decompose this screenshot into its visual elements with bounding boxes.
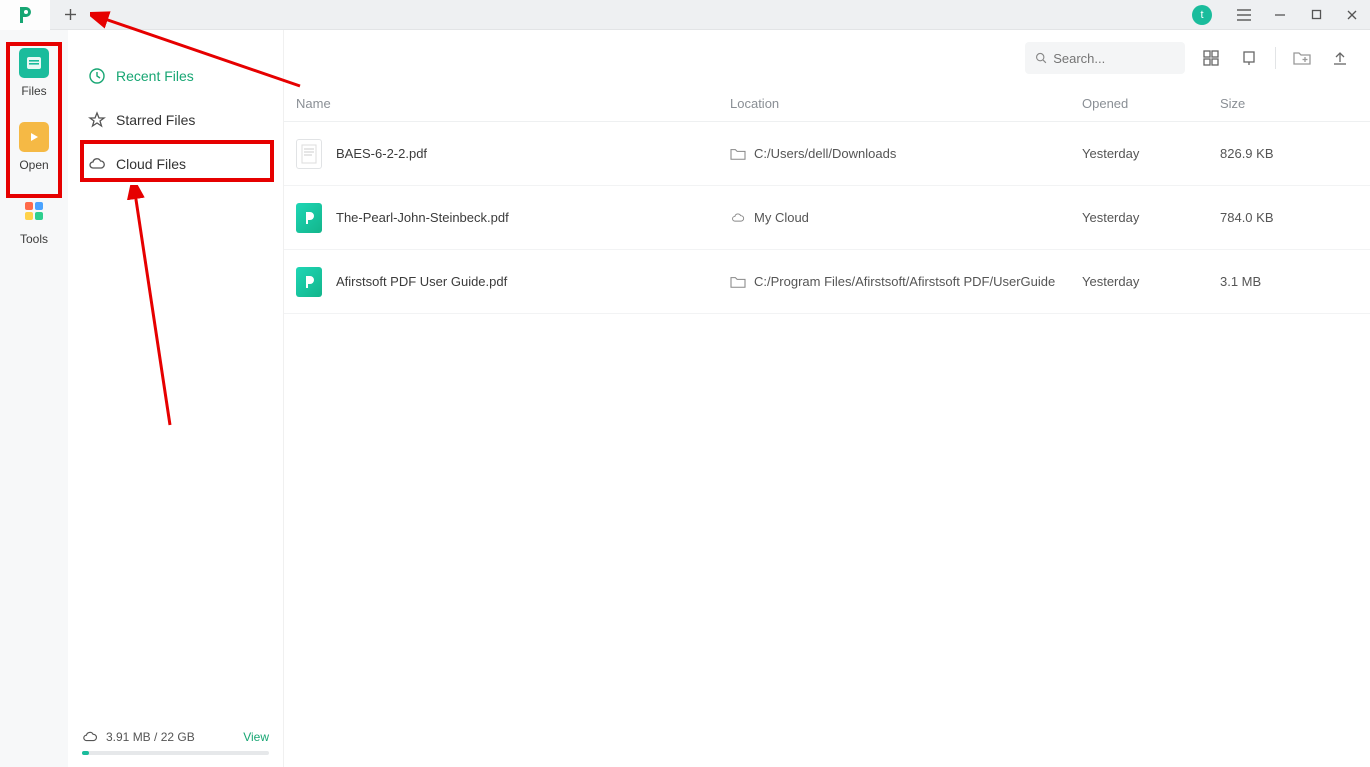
view-pin-button[interactable] bbox=[1237, 46, 1261, 70]
app-thumb-icon bbox=[296, 203, 322, 233]
sidebar-item-tools[interactable]: Tools bbox=[12, 196, 56, 246]
view-grid-button[interactable] bbox=[1199, 46, 1223, 70]
search-input[interactable] bbox=[1053, 51, 1175, 66]
cloud-icon bbox=[88, 155, 106, 173]
column-header-name[interactable]: Name bbox=[294, 96, 730, 111]
file-row[interactable]: The-Pearl-John-Steinbeck.pdf My Cloud Yest… bbox=[284, 186, 1370, 250]
open-icon bbox=[19, 122, 49, 152]
file-nav-panel: Recent Files Starred Files Cloud Files 3… bbox=[68, 30, 284, 767]
column-header-size[interactable]: Size bbox=[1220, 96, 1352, 111]
tools-icon bbox=[19, 196, 49, 226]
filenav-recent-files[interactable]: Recent Files bbox=[68, 54, 283, 98]
storage-progress-bar bbox=[82, 751, 269, 755]
sidebar-item-open[interactable]: Open bbox=[12, 122, 56, 172]
sidebar-label-tools: Tools bbox=[20, 232, 48, 246]
star-icon bbox=[88, 111, 106, 129]
main-pane: Name Location Opened Size BAES-6-2-2.pdf… bbox=[284, 30, 1370, 767]
new-tab-button[interactable] bbox=[50, 0, 90, 30]
table-header: Name Location Opened Size bbox=[284, 86, 1370, 122]
window-maximize-button[interactable] bbox=[1298, 0, 1334, 30]
clock-icon bbox=[88, 67, 106, 85]
filenav-cloud-files[interactable]: Cloud Files bbox=[68, 142, 283, 186]
files-icon bbox=[19, 48, 49, 78]
upload-button[interactable] bbox=[1328, 46, 1352, 70]
filenav-recent-label: Recent Files bbox=[116, 68, 194, 84]
hamburger-menu-button[interactable] bbox=[1226, 0, 1262, 30]
cloud-storage-icon bbox=[82, 729, 98, 745]
new-folder-button[interactable] bbox=[1290, 46, 1314, 70]
primary-sidebar: Files Open Tools bbox=[0, 30, 68, 767]
file-opened: Yesterday bbox=[1082, 274, 1220, 289]
file-row[interactable]: Afirstsoft PDF User Guide.pdf C:/Program … bbox=[284, 250, 1370, 314]
file-size: 826.9 KB bbox=[1220, 146, 1352, 161]
storage-footer: 3.91 MB / 22 GB View bbox=[68, 729, 283, 767]
file-row[interactable]: BAES-6-2-2.pdf C:/Users/dell/Downloads Yes… bbox=[284, 122, 1370, 186]
app-logo-icon bbox=[16, 6, 34, 24]
column-header-location[interactable]: Location bbox=[730, 96, 1082, 111]
titlebar: t bbox=[0, 0, 1370, 30]
folder-icon bbox=[730, 147, 746, 161]
sidebar-label-open: Open bbox=[19, 158, 48, 172]
file-size: 3.1 MB bbox=[1220, 274, 1352, 289]
folder-icon bbox=[730, 275, 746, 289]
sidebar-label-files: Files bbox=[21, 84, 46, 98]
toolbar-divider bbox=[1275, 47, 1276, 69]
sidebar-item-files[interactable]: Files bbox=[12, 48, 56, 98]
app-logo-tab[interactable] bbox=[0, 0, 50, 30]
window-close-button[interactable] bbox=[1334, 0, 1370, 30]
window-minimize-button[interactable] bbox=[1262, 0, 1298, 30]
file-list: BAES-6-2-2.pdf C:/Users/dell/Downloads Yes… bbox=[284, 122, 1370, 314]
file-opened: Yesterday bbox=[1082, 210, 1220, 225]
file-size: 784.0 KB bbox=[1220, 210, 1352, 225]
file-name: The-Pearl-John-Steinbeck.pdf bbox=[336, 210, 509, 225]
filenav-starred-label: Starred Files bbox=[116, 112, 195, 128]
file-opened: Yesterday bbox=[1082, 146, 1220, 161]
filenav-cloud-label: Cloud Files bbox=[116, 156, 186, 172]
file-name: Afirstsoft PDF User Guide.pdf bbox=[336, 274, 507, 289]
app-thumb-icon bbox=[296, 267, 322, 297]
user-avatar[interactable]: t bbox=[1192, 5, 1212, 25]
file-location: My Cloud bbox=[754, 210, 809, 225]
column-header-opened[interactable]: Opened bbox=[1082, 96, 1220, 111]
search-icon bbox=[1035, 51, 1047, 65]
file-location: C:/Users/dell/Downloads bbox=[754, 146, 896, 161]
storage-text: 3.91 MB / 22 GB bbox=[106, 730, 195, 744]
file-location: C:/Program Files/Afirstsoft/Afirstsoft P… bbox=[754, 274, 1055, 289]
cloud-icon bbox=[730, 211, 746, 225]
storage-view-link[interactable]: View bbox=[243, 730, 269, 744]
search-box[interactable] bbox=[1025, 42, 1185, 74]
document-thumb-icon bbox=[296, 139, 322, 169]
file-name: BAES-6-2-2.pdf bbox=[336, 146, 427, 161]
filenav-starred-files[interactable]: Starred Files bbox=[68, 98, 283, 142]
main-toolbar bbox=[284, 30, 1370, 86]
